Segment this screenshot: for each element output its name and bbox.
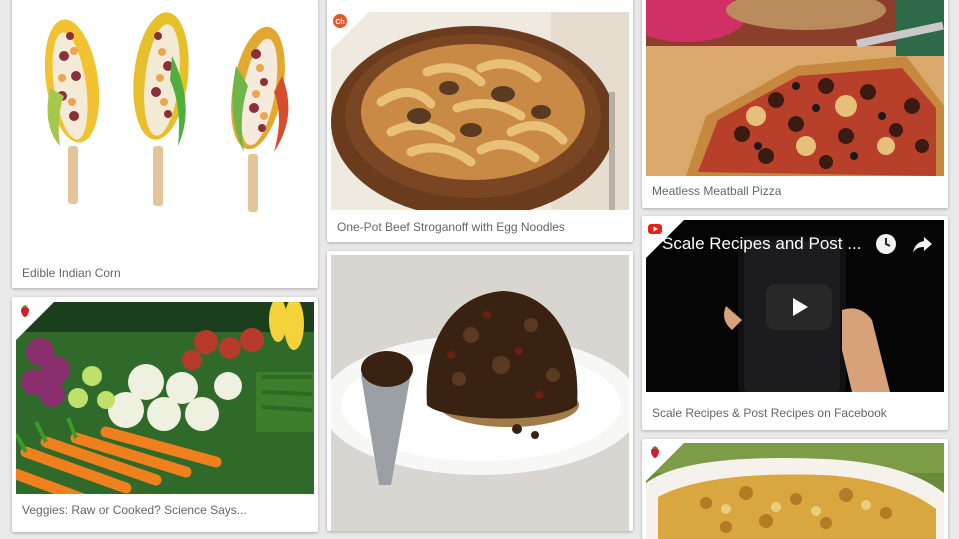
card-caption[interactable]: Scale Recipes & Post Recipes on Facebook (652, 406, 940, 420)
card-caption[interactable]: Meatless Meatball Pizza (652, 184, 940, 198)
card-image[interactable] (16, 302, 314, 494)
pizza-image (646, 0, 944, 176)
pudding-plate-image (331, 255, 629, 531)
card-image[interactable] (12, 0, 318, 252)
card-veggies-raw-or-cooked[interactable]: Veggies: Raw or Cooked? Science Says... (12, 297, 318, 532)
card-caption[interactable]: Veggies: Raw or Cooked? Science Says... (22, 503, 310, 517)
card-image[interactable]: Ch (331, 12, 629, 210)
corn-popsicle-image (12, 0, 318, 252)
svg-text:Ch: Ch (335, 19, 344, 26)
card-gratin[interactable] (642, 439, 948, 539)
card-scale-recipes-video[interactable]: Scale Recipes and Post ... Scale Recipes… (642, 216, 948, 430)
card-beef-stroganoff[interactable]: Ch One-Pot Beef Stroganoff with Egg Nood… (327, 0, 633, 242)
card-image[interactable] (331, 255, 629, 531)
clock-icon[interactable] (874, 232, 898, 256)
video-player[interactable]: Scale Recipes and Post ... (646, 220, 944, 392)
card-christmas-pudding[interactable] (327, 251, 633, 531)
vegetables-market-image (16, 302, 314, 494)
card-caption[interactable]: Edible Indian Corn (22, 266, 310, 280)
card-caption[interactable]: One-Pot Beef Stroganoff with Egg Noodles (337, 220, 625, 234)
stroganoff-bowl-image (331, 12, 629, 210)
card-image[interactable] (646, 443, 944, 539)
gratin-dish-image (646, 443, 944, 539)
ch-icon: Ch (333, 14, 347, 28)
play-button-icon[interactable] (766, 284, 832, 330)
share-icon[interactable] (910, 232, 934, 256)
youtube-icon (648, 224, 662, 234)
video-title[interactable]: Scale Recipes and Post ... (662, 234, 861, 254)
strawberry-icon (21, 305, 29, 317)
card-image[interactable] (646, 0, 944, 176)
card-meatless-meatball-pizza[interactable]: Meatless Meatball Pizza (642, 0, 948, 208)
card-edible-indian-corn[interactable]: Edible Indian Corn (12, 0, 318, 288)
strawberry-icon (651, 446, 659, 458)
